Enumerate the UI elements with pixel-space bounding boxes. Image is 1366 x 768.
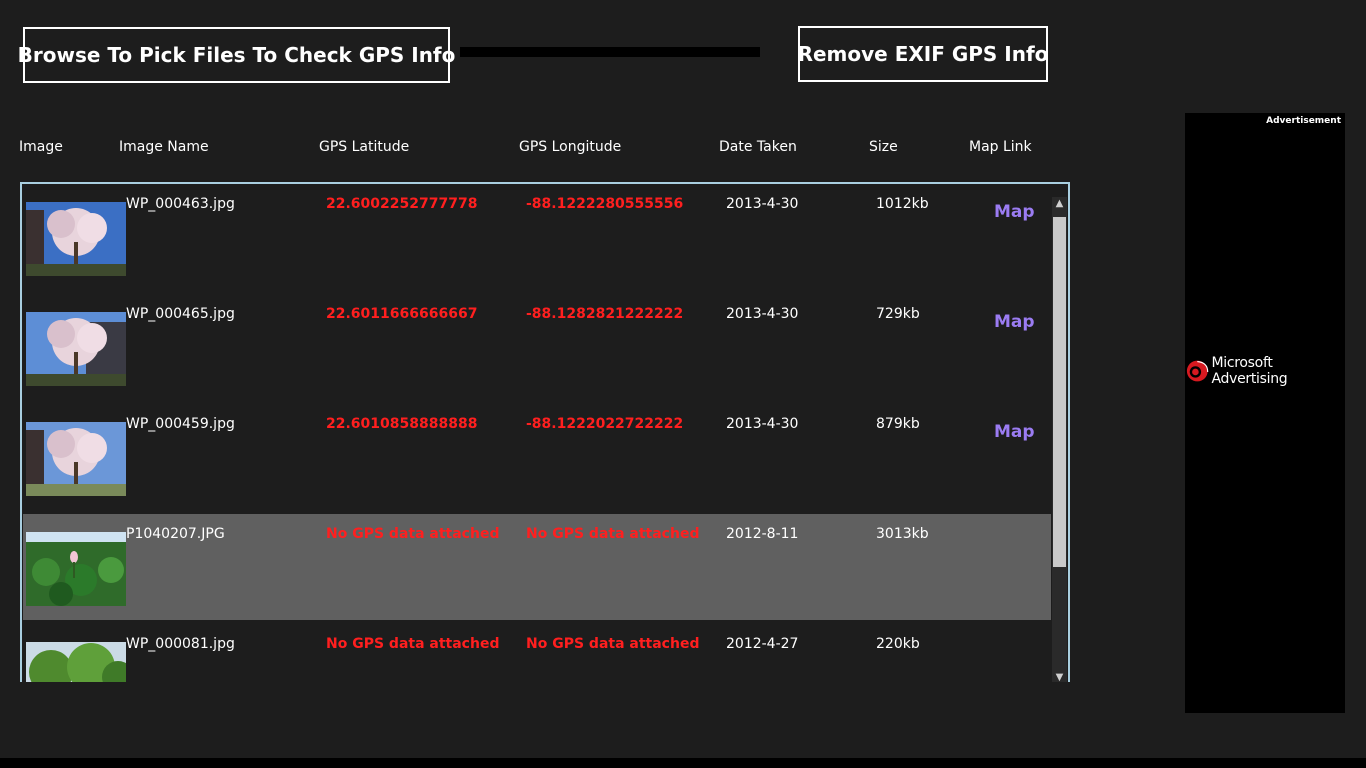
gps-longitude-cell: -88.1282821222222 [526, 306, 684, 322]
scroll-down-icon[interactable]: ▼ [1052, 671, 1067, 682]
gps-latitude-cell: No GPS data attached [326, 636, 500, 652]
size-cell: 3013kb [876, 526, 929, 542]
browse-files-button[interactable]: Browse To Pick Files To Check GPS Info [18, 27, 455, 83]
app-window: Browse To Pick Files To Check GPS Info R… [0, 0, 1366, 768]
date-taken-cell: 2013-4-30 [726, 196, 799, 212]
vertical-scrollbar[interactable]: ▲ ▼ [1052, 197, 1067, 682]
column-header-date-taken: Date Taken [719, 139, 797, 155]
date-taken-cell: 2012-4-27 [726, 636, 799, 652]
microsoft-advertising-logo-icon [1186, 360, 1209, 382]
column-header-gps-longitude: GPS Longitude [519, 139, 622, 155]
table-row[interactable]: WP_000459.jpg 22.6010858888888 -88.1222022… [23, 404, 1051, 510]
image-thumbnail [26, 422, 126, 496]
date-taken-cell: 2013-4-30 [726, 306, 799, 322]
size-cell: 220kb [876, 636, 920, 652]
remove-gps-button[interactable]: Remove EXIF GPS Info [798, 26, 1048, 82]
date-taken-cell: 2012-8-11 [726, 526, 799, 542]
image-name-cell: WP_000463.jpg [126, 196, 235, 212]
table-row[interactable]: P1040207.JPG No GPS data attached No GPS d… [23, 514, 1051, 620]
gps-longitude-cell: -88.1222022722222 [526, 416, 684, 432]
image-thumbnail [26, 642, 126, 682]
column-header-image: Image [19, 139, 63, 155]
gps-longitude-cell: No GPS data attached [526, 636, 700, 652]
image-name-cell: WP_000081.jpg [126, 636, 235, 652]
column-header-map-link: Map Link [969, 139, 1032, 155]
table-row[interactable]: WP_000081.jpg No GPS data attached No GPS … [23, 624, 1051, 682]
scrollbar-thumb[interactable] [1053, 217, 1066, 567]
image-name-cell: WP_000465.jpg [126, 306, 235, 322]
date-taken-cell: 2013-4-30 [726, 416, 799, 432]
image-list[interactable]: WP_000463.jpg 22.6002252777778 -88.1222280… [20, 182, 1070, 682]
advertisement-panel[interactable]: Advertisement Microsoft Advertising [1185, 113, 1345, 713]
table-row[interactable]: WP_000465.jpg 22.6011666666667 -88.1282821… [23, 294, 1051, 400]
progress-bar [460, 47, 760, 57]
map-link[interactable]: Map [994, 422, 1035, 442]
column-header-size: Size [869, 139, 898, 155]
microsoft-advertising-logo: Microsoft Advertising [1185, 355, 1345, 387]
bottom-bar [0, 758, 1366, 768]
image-thumbnail [26, 532, 126, 606]
ad-brand-text: Microsoft Advertising [1211, 355, 1288, 387]
column-header-image-name: Image Name [119, 139, 209, 155]
scroll-up-icon[interactable]: ▲ [1052, 197, 1067, 211]
image-name-cell: WP_000459.jpg [126, 416, 235, 432]
gps-latitude-cell: No GPS data attached [326, 526, 500, 542]
size-cell: 729kb [876, 306, 920, 322]
gps-latitude-cell: 22.6002252777778 [326, 196, 478, 212]
advertisement-label: Advertisement [1266, 116, 1341, 126]
size-cell: 879kb [876, 416, 920, 432]
image-thumbnail [26, 312, 126, 386]
gps-latitude-cell: 22.6010858888888 [326, 416, 478, 432]
gps-longitude-cell: -88.1222280555556 [526, 196, 684, 212]
map-link[interactable]: Map [994, 312, 1035, 332]
table-row[interactable]: WP_000463.jpg 22.6002252777778 -88.1222280… [23, 184, 1051, 290]
size-cell: 1012kb [876, 196, 929, 212]
image-name-cell: P1040207.JPG [126, 526, 225, 542]
column-header-gps-latitude: GPS Latitude [319, 139, 410, 155]
gps-longitude-cell: No GPS data attached [526, 526, 700, 542]
gps-latitude-cell: 22.6011666666667 [326, 306, 478, 322]
map-link[interactable]: Map [994, 202, 1035, 222]
image-thumbnail [26, 202, 126, 276]
